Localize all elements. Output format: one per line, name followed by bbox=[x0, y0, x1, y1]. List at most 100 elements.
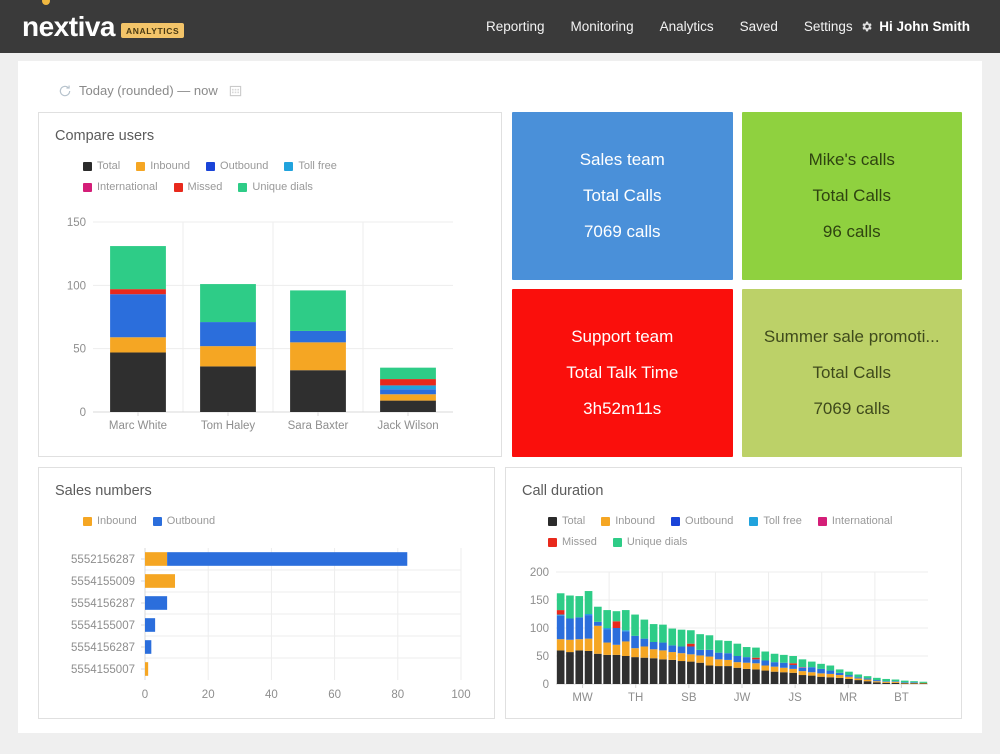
bar-segment[interactable] bbox=[200, 322, 256, 347]
bar-segment[interactable] bbox=[640, 657, 649, 684]
bar-segment[interactable] bbox=[752, 669, 760, 684]
user-menu[interactable]: Hi John Smith bbox=[860, 19, 970, 34]
bar-segment[interactable] bbox=[845, 671, 853, 676]
bar-segment[interactable] bbox=[145, 574, 176, 588]
bar-segment[interactable] bbox=[882, 681, 890, 682]
bar-segment[interactable] bbox=[826, 670, 835, 674]
bar-segment[interactable] bbox=[621, 656, 630, 684]
bar-segment[interactable] bbox=[835, 669, 844, 673]
bar-segment[interactable] bbox=[919, 682, 928, 684]
bar-segment[interactable] bbox=[845, 675, 853, 677]
bar-segment[interactable] bbox=[380, 394, 436, 401]
legend-item[interactable]: Outbound bbox=[152, 515, 215, 527]
bar-segment[interactable] bbox=[380, 389, 436, 395]
bar-segment[interactable] bbox=[798, 671, 807, 676]
bar-segment[interactable] bbox=[780, 672, 788, 684]
legend-item[interactable]: Toll free bbox=[284, 160, 337, 172]
bar-segment[interactable] bbox=[780, 654, 788, 663]
bar-segment[interactable] bbox=[770, 666, 779, 672]
bar-segment[interactable] bbox=[584, 615, 593, 639]
bar-segment[interactable] bbox=[687, 630, 695, 644]
bar-segment[interactable] bbox=[817, 673, 825, 677]
bar-segment[interactable] bbox=[863, 679, 872, 682]
kpi-tile-sales-team[interactable]: Sales team Total Calls 7069 calls bbox=[512, 112, 733, 280]
bar-segment[interactable] bbox=[742, 662, 751, 669]
bar-segment[interactable] bbox=[631, 657, 639, 684]
bar-segment[interactable] bbox=[900, 683, 909, 685]
bar-segment[interactable] bbox=[854, 678, 863, 681]
nav-item-saved[interactable]: Saved bbox=[740, 19, 778, 34]
bar-segment[interactable] bbox=[677, 653, 686, 662]
bar-segment[interactable] bbox=[556, 593, 565, 611]
bar-segment[interactable] bbox=[742, 657, 751, 663]
bar-segment[interactable] bbox=[845, 676, 853, 679]
bar-segment[interactable] bbox=[900, 680, 909, 683]
bar-segment[interactable] bbox=[631, 614, 639, 636]
bar-segment[interactable] bbox=[594, 653, 602, 684]
bar-segment[interactable] bbox=[752, 647, 760, 658]
bar-segment[interactable] bbox=[290, 342, 346, 371]
bar-segment[interactable] bbox=[145, 618, 156, 632]
bar-segment[interactable] bbox=[677, 629, 686, 647]
bar-segment[interactable] bbox=[380, 379, 436, 386]
bar-segment[interactable] bbox=[659, 659, 667, 684]
bar-segment[interactable] bbox=[724, 659, 732, 667]
legend-item[interactable]: Missed bbox=[173, 181, 222, 193]
bar-segment[interactable] bbox=[584, 650, 593, 684]
bar-segment[interactable] bbox=[770, 671, 779, 684]
bar-segment[interactable] bbox=[380, 367, 436, 380]
bar-segment[interactable] bbox=[835, 677, 844, 684]
nav-item-settings[interactable]: Settings bbox=[804, 19, 853, 34]
bar-segment[interactable] bbox=[761, 665, 770, 671]
bar-segment[interactable] bbox=[687, 646, 695, 655]
bar-segment[interactable] bbox=[891, 679, 900, 682]
bar-segment[interactable] bbox=[817, 663, 825, 669]
bar-segment[interactable] bbox=[910, 681, 918, 683]
bar-segment[interactable] bbox=[631, 648, 639, 658]
bar-segment[interactable] bbox=[733, 662, 742, 668]
bar-segment[interactable] bbox=[789, 656, 797, 664]
bar-segment[interactable] bbox=[910, 683, 918, 685]
bar-segment[interactable] bbox=[882, 678, 890, 682]
bar-segment[interactable] bbox=[873, 680, 881, 682]
bar-segment[interactable] bbox=[910, 682, 918, 683]
legend-item[interactable]: Inbound bbox=[136, 160, 190, 172]
bar-segment[interactable] bbox=[566, 595, 574, 619]
bar-segment[interactable] bbox=[863, 678, 872, 680]
bar-segment[interactable] bbox=[714, 666, 723, 684]
bar-segment[interactable] bbox=[640, 646, 649, 658]
bar-segment[interactable] bbox=[807, 675, 816, 684]
bar-segment[interactable] bbox=[668, 652, 677, 660]
bar-segment[interactable] bbox=[603, 654, 611, 684]
bar-segment[interactable] bbox=[761, 670, 770, 684]
bar-segment[interactable] bbox=[290, 330, 346, 343]
bar-segment[interactable] bbox=[724, 666, 732, 684]
kpi-tile-summer-sale[interactable]: Summer sale promoti... Total Calls 7069 … bbox=[741, 289, 962, 457]
bar-segment[interactable] bbox=[705, 656, 714, 666]
legend-item[interactable]: Outbound bbox=[671, 515, 733, 527]
bar-segment[interactable] bbox=[584, 638, 593, 651]
bar-segment[interactable] bbox=[659, 624, 667, 643]
bar-segment[interactable] bbox=[612, 654, 621, 684]
legend-item[interactable]: Inbound bbox=[83, 515, 137, 527]
bar-segment[interactable] bbox=[705, 665, 714, 684]
legend-item[interactable]: Unique dials bbox=[612, 536, 687, 548]
bar-segment[interactable] bbox=[649, 658, 658, 684]
bar-segment[interactable] bbox=[919, 683, 928, 685]
bar-segment[interactable] bbox=[882, 682, 890, 684]
bar-segment[interactable] bbox=[733, 656, 742, 663]
bar-segment[interactable] bbox=[556, 650, 565, 684]
legend-item[interactable]: Outbound bbox=[206, 160, 268, 172]
bar-segment[interactable] bbox=[556, 615, 565, 640]
bar-segment[interactable] bbox=[910, 682, 918, 684]
bar-segment[interactable] bbox=[603, 629, 611, 643]
bar-segment[interactable] bbox=[594, 625, 602, 654]
bar-segment[interactable] bbox=[668, 628, 677, 646]
bar-segment[interactable] bbox=[714, 652, 723, 660]
brand-logo[interactable]: nextiva ANALYTICS bbox=[22, 0, 185, 41]
bar-segment[interactable] bbox=[873, 682, 881, 684]
bar-segment[interactable] bbox=[798, 659, 807, 668]
bar-segment[interactable] bbox=[621, 631, 630, 642]
bar-segment[interactable] bbox=[733, 643, 742, 656]
bar-segment[interactable] bbox=[752, 659, 760, 664]
